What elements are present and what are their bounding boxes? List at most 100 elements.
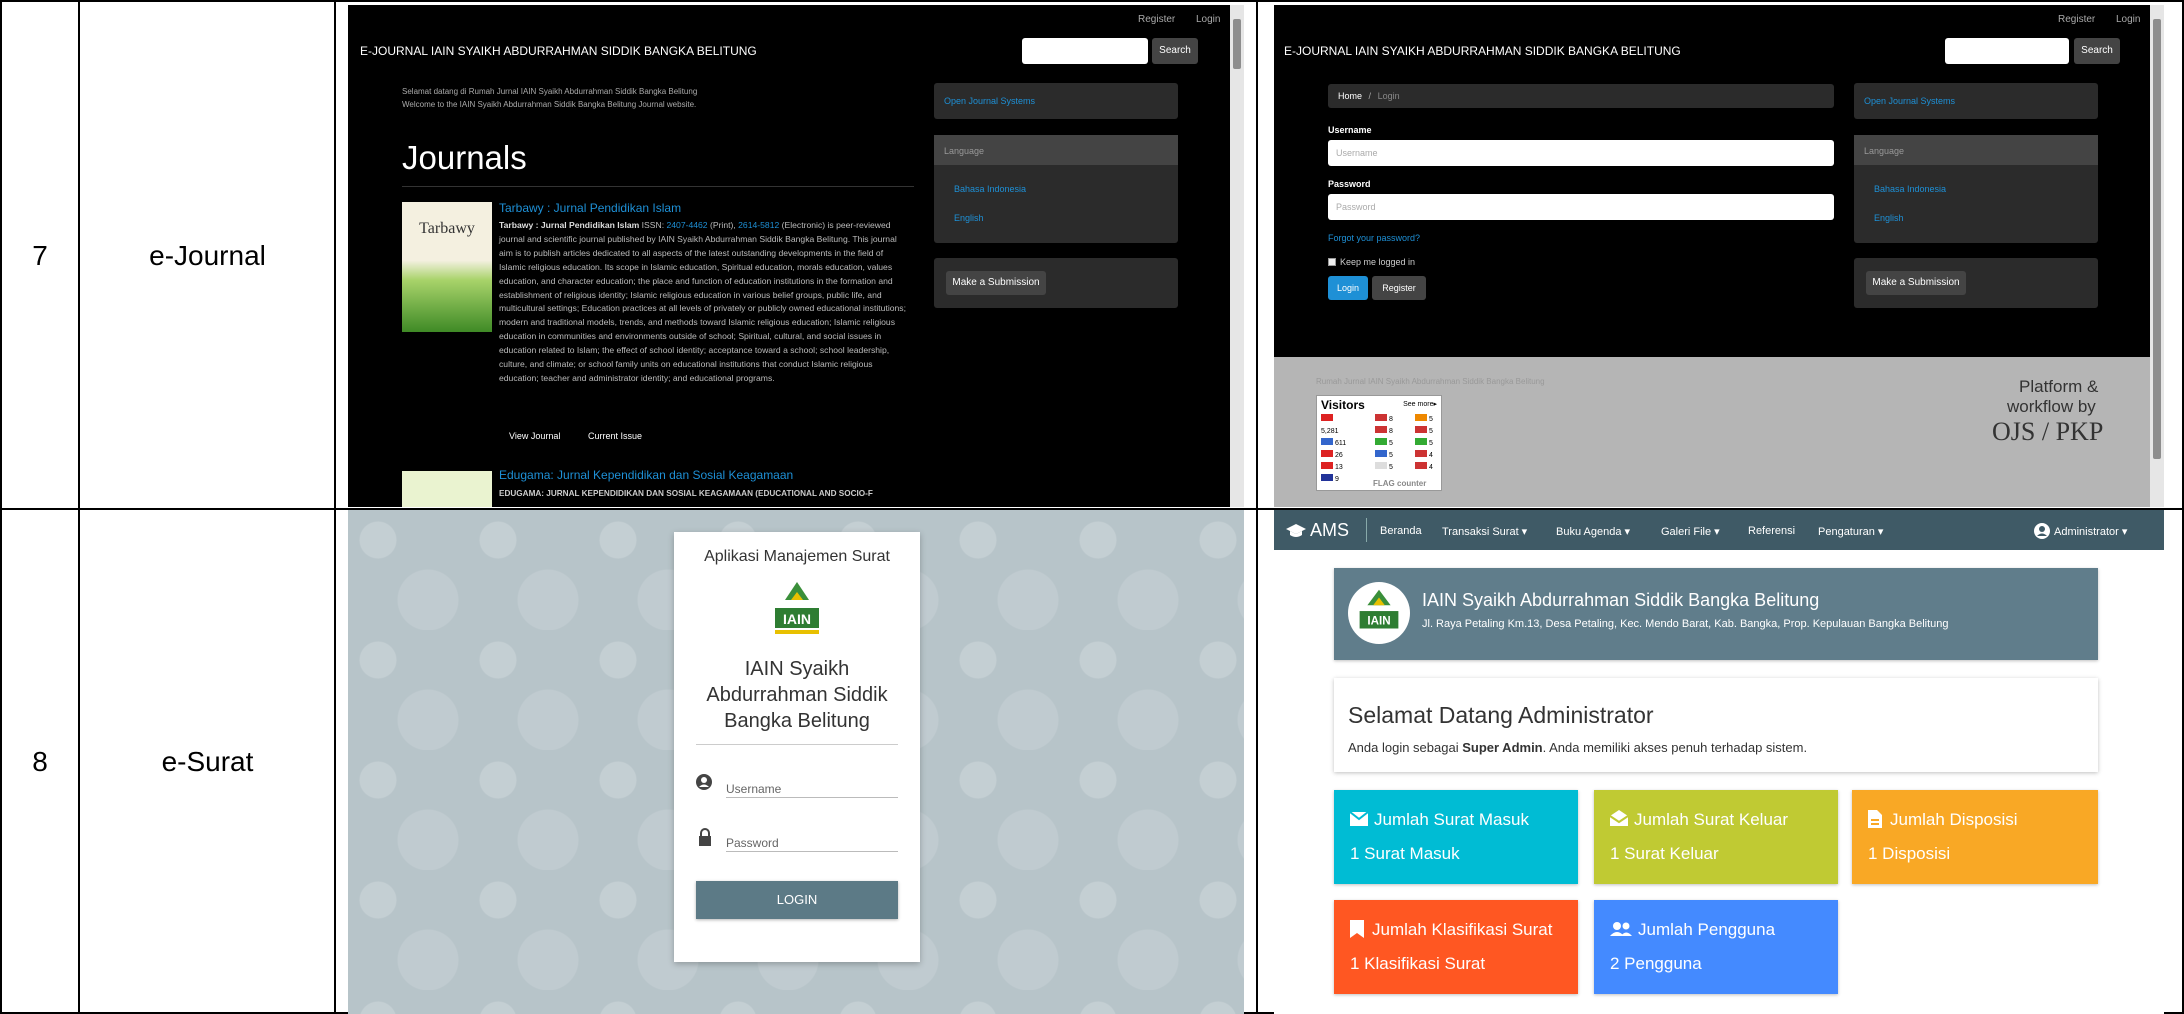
tile-title: Jumlah Surat Masuk xyxy=(1374,810,1529,829)
row-number: 7 xyxy=(32,240,48,271)
ojs-link[interactable]: Open Journal Systems xyxy=(1864,96,1955,106)
flag-count: 5 xyxy=(1415,426,1445,438)
login-card: Aplikasi Manajemen Surat IAIN IAIN Syaik… xyxy=(674,532,920,962)
flag-count: 8 xyxy=(1375,414,1405,426)
search-input[interactable] xyxy=(1945,38,2069,64)
register-button[interactable]: Register xyxy=(1372,276,1426,300)
forgot-password-link[interactable]: Forgot your password? xyxy=(1328,233,1420,243)
see-more-link[interactable]: See more▸ xyxy=(1403,400,1437,408)
journal-cover[interactable]: Tarbawy xyxy=(402,202,492,332)
esurat-login-screenshot: Aplikasi Manajemen Surat IAIN IAIN Syaik… xyxy=(348,510,1244,1014)
logo-text: IAIN xyxy=(783,611,811,627)
tile-value: 1 Disposisi xyxy=(1868,844,1951,863)
nav-beranda[interactable]: Beranda xyxy=(1380,525,1422,537)
language-item[interactable]: English xyxy=(954,213,984,223)
row-number: 8 xyxy=(32,746,48,777)
flag-counter-widget[interactable]: Visitors See more▸ 5,281 611 26 13 9 8 8… xyxy=(1316,395,1442,491)
graduation-cap-icon xyxy=(1286,524,1306,537)
users-icon xyxy=(1610,922,1632,936)
flag-count: 9 xyxy=(1321,474,1351,486)
flag-count: 5,281 xyxy=(1321,414,1351,438)
tile-title: Jumlah Pengguna xyxy=(1638,920,1776,939)
nav-divider xyxy=(1366,518,1367,542)
login-button[interactable]: Login xyxy=(1328,276,1368,300)
login-link[interactable]: Login xyxy=(1196,14,1220,25)
login-link[interactable]: Login xyxy=(2116,14,2140,25)
tile-value: 2 Pengguna xyxy=(1610,954,1702,973)
password-input[interactable]: Password xyxy=(726,828,898,852)
tile-title: Jumlah Surat Keluar xyxy=(1634,810,1789,829)
journal-subtitle: EDUGAMA: JURNAL KEPENDIDIKAN DAN SOSIAL … xyxy=(499,489,873,498)
search-input[interactable] xyxy=(1022,38,1148,64)
nav-pengaturan[interactable]: Pengaturan ▾ xyxy=(1818,525,1883,538)
flag-count: 26 xyxy=(1321,450,1351,462)
language-item[interactable]: English xyxy=(1874,213,1904,223)
platform-text: Platform & xyxy=(2019,377,2099,396)
register-link[interactable]: Register xyxy=(2058,14,2095,25)
make-submission-button[interactable]: Make a Submission xyxy=(946,271,1046,295)
user-menu[interactable]: Administrator ▾ xyxy=(2054,525,2127,538)
language-item[interactable]: Bahasa Indonesia xyxy=(1874,184,1946,194)
mail-open-icon xyxy=(1610,810,1628,826)
footer-text: Rumah Jurnal IAIN Syaikh Abdurrahman Sid… xyxy=(1316,377,1545,386)
visitors-title: Visitors xyxy=(1321,398,1365,412)
nav-transaksi-surat[interactable]: Transaksi Surat ▾ xyxy=(1442,525,1527,538)
journal-title-link[interactable]: Edugama: Jurnal Kependidikan dan Sosial … xyxy=(499,468,793,482)
password-label: Password xyxy=(1328,179,1371,189)
journal-cover-title: Tarbawy xyxy=(419,220,475,237)
platform-text: workflow by xyxy=(2007,397,2096,416)
site-title[interactable]: E-JOURNAL IAIN SYAIKH ABDURRAHMAN SIDDIK… xyxy=(360,44,757,58)
tile-disposisi[interactable]: Jumlah Disposisi 1 Disposisi xyxy=(1852,790,2098,884)
username-label: Username xyxy=(1328,125,1372,135)
current-issue-link[interactable]: Current Issue xyxy=(588,431,642,441)
flag-count: 5 xyxy=(1415,414,1445,426)
view-journal-link[interactable]: View Journal xyxy=(509,431,560,441)
journal-title-link[interactable]: Tarbawy : Jurnal Pendidikan Islam xyxy=(499,201,681,215)
column-divider xyxy=(334,0,336,1014)
tile-klasifikasi[interactable]: Jumlah Klasifikasi Surat 1 Klasifikasi S… xyxy=(1334,900,1578,994)
search-button[interactable]: Search xyxy=(1152,38,1198,64)
flag-count: 8 xyxy=(1375,426,1405,438)
journal-name: Tarbawy : Jurnal Pendidikan Islam xyxy=(499,220,640,230)
divider xyxy=(402,186,914,187)
tile-value: 1 Surat Keluar xyxy=(1610,844,1719,863)
username-field[interactable]: Username xyxy=(1328,140,1834,166)
nav-galeri-file[interactable]: Galeri File ▾ xyxy=(1661,525,1720,538)
institution-name: IAIN Syaikh Abdurrahman Siddik Bangka Be… xyxy=(1422,590,1820,610)
nav-referensi[interactable]: Referensi xyxy=(1748,525,1795,537)
keep-logged-checkbox[interactable] xyxy=(1328,258,1336,266)
nav-buku-agenda[interactable]: Buku Agenda ▾ xyxy=(1556,525,1630,538)
issn-print-link[interactable]: 2407-4462 xyxy=(666,220,707,230)
journal-cover[interactable] xyxy=(402,471,492,507)
make-submission-button[interactable]: Make a Submission xyxy=(1866,271,1966,295)
login-button[interactable]: LOGIN xyxy=(696,881,898,919)
tile-surat-masuk[interactable]: Jumlah Surat Masuk 1 Surat Masuk xyxy=(1334,790,1578,884)
mail-icon xyxy=(1350,812,1368,826)
submission-panel: Make a Submission xyxy=(1854,258,2098,308)
tile-pengguna[interactable]: Jumlah Pengguna 2 Pengguna xyxy=(1594,900,1838,994)
password-field[interactable]: Password xyxy=(1328,194,1834,220)
column-divider xyxy=(1256,0,1258,1014)
register-link[interactable]: Register xyxy=(1138,14,1175,25)
brand[interactable]: AMS xyxy=(1310,520,1349,541)
site-title[interactable]: E-JOURNAL IAIN SYAIKH ABDURRAHMAN SIDDIK… xyxy=(1284,44,1681,58)
scrollbar[interactable] xyxy=(1230,5,1244,507)
flag-count: 13 xyxy=(1321,462,1351,474)
breadcrumb-current: Login xyxy=(1377,91,1400,101)
ojs-pkp-logo[interactable]: OJS / PKP xyxy=(1992,417,2103,447)
issn-electronic-link[interactable]: 2614-5812 xyxy=(738,220,779,230)
flag-count: 5 xyxy=(1415,438,1445,450)
flag-count: 5 xyxy=(1375,438,1405,450)
language-item[interactable]: Bahasa Indonesia xyxy=(954,184,1026,194)
ojs-link[interactable]: Open Journal Systems xyxy=(944,96,1035,106)
ojs-link-panel: Open Journal Systems xyxy=(934,83,1178,119)
search-button[interactable]: Search xyxy=(2074,38,2120,64)
language-panel: Language Bahasa Indonesia English xyxy=(1854,135,2098,243)
breadcrumb-home[interactable]: Home xyxy=(1338,91,1362,101)
username-input[interactable]: Username xyxy=(726,774,898,798)
scrollbar[interactable] xyxy=(2150,5,2164,507)
column-divider xyxy=(78,0,80,1014)
tile-surat-keluar[interactable]: Jumlah Surat Keluar 1 Surat Keluar xyxy=(1594,790,1838,884)
row-name: e-Journal xyxy=(149,240,266,271)
user-icon xyxy=(696,774,712,790)
